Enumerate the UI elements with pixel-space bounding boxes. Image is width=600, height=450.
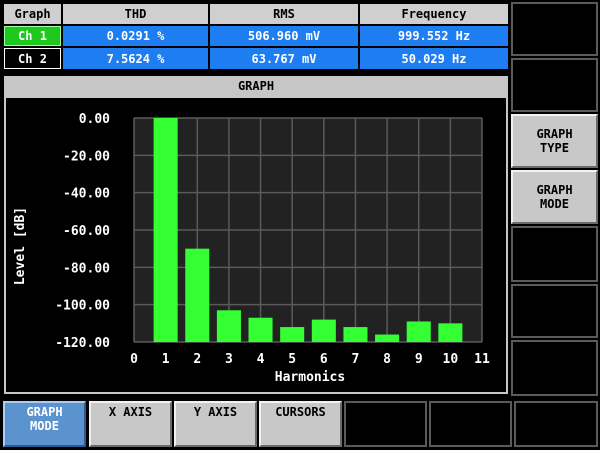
bottom-softkey-6[interactable]	[429, 401, 512, 447]
graph-mode-label-line1: GRAPH	[26, 405, 63, 419]
y-tick-label: -40.00	[63, 187, 110, 202]
y-axis-title: Level [dB]	[13, 207, 28, 285]
ch1-rms-value: 506.960 mV	[210, 26, 358, 46]
ch1-thd-value: 0.0291 %	[63, 26, 208, 46]
cursors-button[interactable]: CURSORS	[259, 401, 342, 447]
graph-mode-side-button[interactable]: GRAPH MODE	[511, 170, 598, 224]
graph-mode-side-label-line2: MODE	[540, 197, 569, 211]
right-softkey-2[interactable]	[511, 58, 598, 112]
bar-harmonic-1	[153, 118, 178, 342]
x-tick-label: 0	[130, 352, 138, 367]
ch2-thd-value: 7.5624 %	[63, 48, 208, 69]
bottom-softkey-5[interactable]	[344, 401, 427, 447]
x-axis-button[interactable]: X AXIS	[89, 401, 172, 447]
graph-type-button[interactable]: GRAPH TYPE	[511, 114, 598, 168]
y-tick-label: 0.00	[79, 112, 110, 127]
bar-harmonic-6	[311, 319, 336, 342]
x-tick-label: 10	[443, 352, 459, 367]
header-thd: THD	[63, 4, 208, 24]
right-softkey-5[interactable]	[511, 226, 598, 282]
bar-harmonic-9	[406, 321, 431, 342]
x-tick-label: 11	[474, 352, 490, 367]
graph-type-label-line2: TYPE	[540, 141, 569, 155]
bottom-softkey-7[interactable]	[514, 401, 598, 447]
bar-harmonic-3	[216, 310, 241, 342]
y-tick-label: -80.00	[63, 261, 110, 276]
x-tick-label: 4	[257, 352, 265, 367]
x-tick-label: 3	[225, 352, 233, 367]
graph-mode-button[interactable]: GRAPH MODE	[3, 401, 86, 447]
bar-harmonic-5	[280, 327, 305, 342]
ch2-frequency-value: 50.029 Hz	[360, 48, 508, 69]
header-graph: Graph	[4, 4, 61, 24]
x-tick-label: 6	[320, 352, 328, 367]
x-tick-label: 7	[352, 352, 360, 367]
right-softkey-1[interactable]	[511, 2, 598, 56]
y-axis-label: Y AXIS	[193, 405, 238, 419]
header-rms: RMS	[210, 4, 358, 24]
channel-1-label[interactable]: Ch 1	[4, 26, 61, 46]
y-tick-label: -120.00	[55, 336, 110, 351]
right-softkey-7[interactable]	[511, 340, 598, 396]
bar-harmonic-7	[343, 327, 368, 342]
harmonics-bar-chart: 0.00 -20.00 -40.00 -60.00 -80.00 -100.00 -120.…	[13, 112, 490, 385]
x-tick-label: 9	[415, 352, 423, 367]
bar-harmonic-4	[248, 317, 273, 342]
graph-panel: GRAPH 0.00 -20.00 -40.00 -60.00 -80.00 -100.0…	[4, 76, 508, 394]
bar-harmonic-2	[185, 248, 210, 342]
x-axis-label: X AXIS	[108, 405, 153, 419]
graph-mode-side-label-line1: GRAPH	[536, 183, 573, 197]
graph-mode-label-line2: MODE	[30, 419, 59, 433]
graph-type-label-line1: GRAPH	[536, 127, 573, 141]
x-tick-label: 5	[288, 352, 296, 367]
bar-harmonic-8	[375, 334, 400, 342]
x-axis-title: Harmonics	[275, 370, 345, 385]
header-frequency: Frequency	[360, 4, 508, 24]
x-tick-label: 1	[162, 352, 170, 367]
y-tick-label: -100.00	[55, 299, 110, 314]
right-softkey-6[interactable]	[511, 284, 598, 338]
bar-harmonic-10	[438, 323, 463, 342]
channel-2-label[interactable]: Ch 2	[4, 48, 61, 69]
y-axis-button[interactable]: Y AXIS	[174, 401, 257, 447]
x-tick-label: 2	[193, 352, 201, 367]
y-tick-label: -60.00	[63, 224, 110, 239]
cursors-label: CURSORS	[275, 405, 326, 419]
graph-area: 0.00 -20.00 -40.00 -60.00 -80.00 -100.00 -120.…	[6, 98, 506, 392]
graph-title: GRAPH	[237, 79, 275, 93]
measurement-table: Graph THD RMS Frequency Ch 1 0.0291 % 50…	[4, 4, 508, 70]
y-tick-label: -20.00	[63, 149, 110, 164]
ch1-frequency-value: 999.552 Hz	[360, 26, 508, 46]
x-tick-label: 8	[383, 352, 391, 367]
ch2-rms-value: 63.767 mV	[210, 48, 358, 69]
